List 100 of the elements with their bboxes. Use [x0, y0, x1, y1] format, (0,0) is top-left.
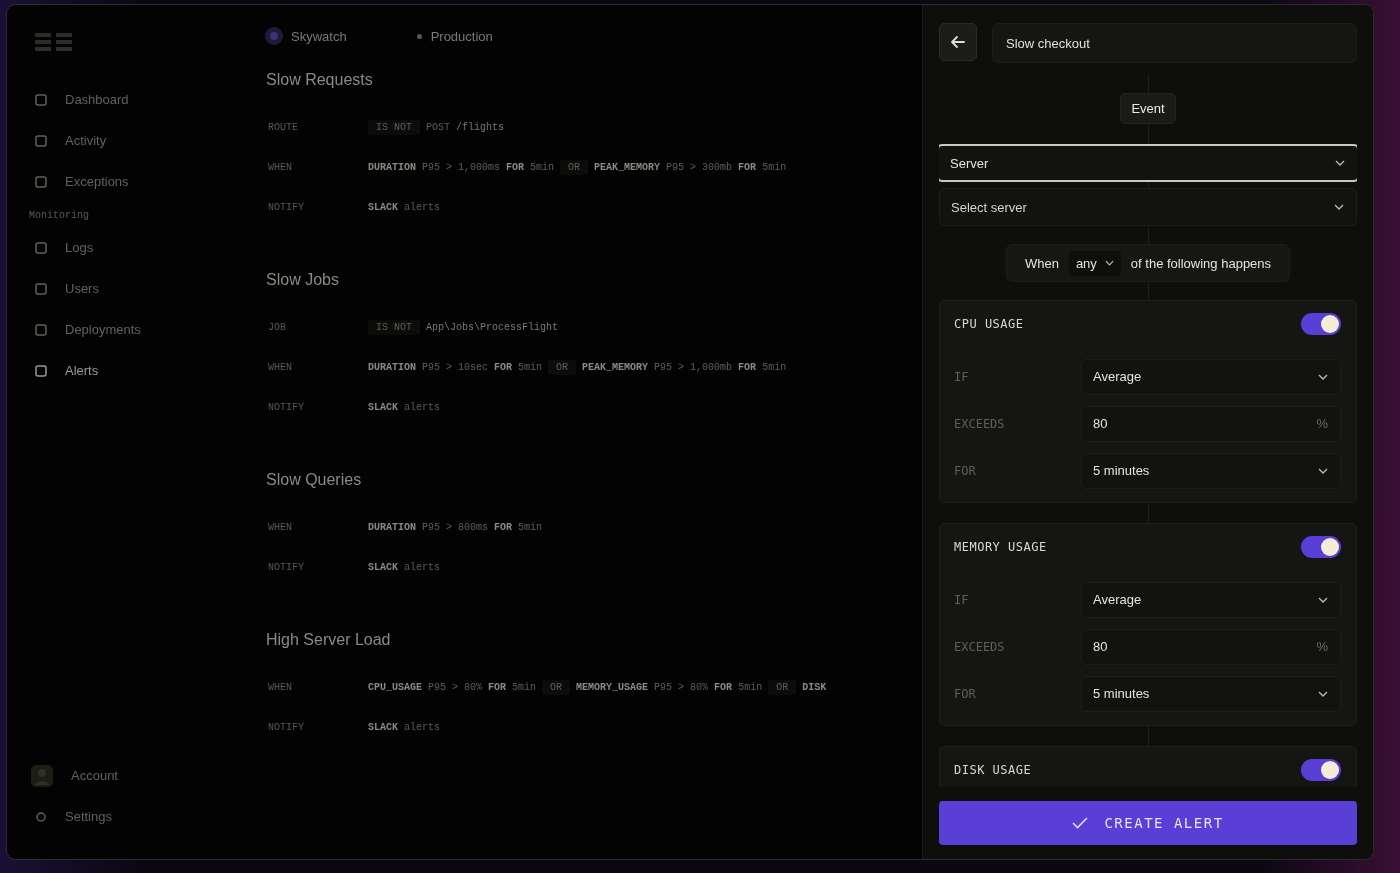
field-label: FOR [954, 463, 977, 478]
condition-label: JOB [267, 321, 287, 333]
condition-value: P95 > 1,000mb [654, 361, 733, 373]
metric-keyword: FOR [738, 361, 757, 373]
condition-label: NOTIFY [267, 561, 305, 573]
alert-name-field[interactable]: Slow checkout [992, 23, 1357, 63]
section-heading: Monitoring [29, 210, 90, 221]
nav-icon [35, 364, 47, 377]
condition-value: P95 > 10sec [422, 361, 489, 373]
logo-icon [35, 31, 73, 53]
project-logo-icon [265, 27, 283, 45]
source-select[interactable]: Server [939, 144, 1357, 182]
operator-tag: OR [768, 679, 797, 695]
operator-tag: IS NOT [368, 319, 420, 335]
condition-value: 5min [762, 361, 787, 373]
operator-tag: IS NOT [368, 119, 420, 135]
condition-label: NOTIFY [267, 201, 305, 213]
metric-keyword: FOR [506, 161, 525, 173]
threshold-field[interactable]: 80 % [1081, 628, 1341, 665]
condition-label: WHEN [267, 521, 293, 533]
condition-value: P95 > 80% [428, 681, 483, 693]
create-alert-button[interactable]: CREATE ALERT [939, 801, 1357, 845]
environment-switcher[interactable]: Production [416, 28, 493, 44]
metric-keyword: MEMORY_USAGE [576, 681, 649, 693]
metric-keyword: DURATION [368, 521, 416, 533]
avatar-icon [31, 764, 53, 787]
metric-title: DISK USAGE [954, 763, 1032, 777]
metric-keyword: DURATION [368, 161, 416, 173]
metric-keyword: DURATION [368, 361, 416, 373]
condition-label: ROUTE [267, 121, 299, 133]
condition-value: P95 > 800ms [422, 521, 489, 533]
condition-value: alerts [404, 561, 441, 573]
value-select[interactable]: Average [1081, 358, 1341, 395]
match-prefix: When [1024, 255, 1059, 271]
match-mode-select[interactable]: any [1068, 250, 1121, 276]
condition-label: WHEN [267, 361, 293, 373]
field-label: IF [954, 369, 970, 384]
condition-value: 5min [530, 161, 555, 173]
value-select[interactable]: 5 minutes [1081, 675, 1341, 712]
chevron-down-icon [1318, 467, 1328, 474]
condition-value: alerts [404, 721, 441, 733]
condition-value: 5min [518, 361, 543, 373]
nav-icon [35, 134, 47, 147]
metric-keyword: FOR [488, 681, 507, 693]
metric-keyword: SLACK [368, 561, 398, 573]
condition-label: NOTIFY [267, 401, 305, 413]
metric-keyword: FOR [714, 681, 733, 693]
condition-value: POST [426, 121, 451, 133]
condition-label: WHEN [267, 681, 293, 693]
metric-keyword: SLACK [368, 201, 398, 213]
threshold-field[interactable]: 80 % [1081, 405, 1341, 442]
target-path: /flights [456, 121, 505, 133]
field-label: FOR [954, 686, 977, 701]
chevron-down-icon [1318, 596, 1328, 603]
server-select[interactable]: Select server [939, 188, 1357, 226]
metric-title: MEMORY USAGE [954, 540, 1047, 554]
metric-keyword: FOR [738, 161, 757, 173]
chevron-down-icon [1318, 373, 1328, 380]
back-button[interactable] [939, 23, 977, 61]
condition-value: 5min [512, 681, 537, 693]
chevron-down-icon [1334, 204, 1344, 210]
metric-keyword: CPU_USAGE [368, 681, 422, 693]
nav-icon [35, 175, 47, 188]
rule-title: Slow Queries [266, 471, 363, 489]
rule-title: High Server Load [266, 631, 392, 649]
condition-value: 5min [738, 681, 763, 693]
value-select[interactable]: 5 minutes [1081, 452, 1341, 489]
nav-icon [35, 241, 47, 254]
nav-icon [35, 93, 47, 106]
condition-label: NOTIFY [267, 721, 305, 733]
rule-title: Slow Jobs [266, 271, 340, 289]
metric-keyword: SLACK [368, 401, 398, 413]
condition-value: alerts [404, 201, 441, 213]
chevron-down-icon [1104, 260, 1114, 266]
rule-title: Slow Requests [266, 71, 374, 89]
operator-tag: OR [542, 679, 571, 695]
value-select[interactable]: Average [1081, 581, 1341, 618]
nav-icon [35, 323, 47, 336]
operator-tag: OR [560, 159, 589, 175]
condition-value: 5min [518, 521, 543, 533]
field-label: EXCEEDS [954, 639, 1006, 654]
condition-value: alerts [404, 401, 441, 413]
metric-keyword: SLACK [368, 721, 398, 733]
metric-title: CPU USAGE [954, 317, 1024, 331]
metric-keyword: FOR [494, 361, 513, 373]
project-switcher[interactable]: Skywatch [265, 27, 347, 45]
condition-value: P95 > 80% [654, 681, 709, 693]
toggle-switch[interactable] [1301, 759, 1341, 781]
arrow-left-icon [949, 33, 967, 51]
match-suffix: of the following happens [1130, 255, 1272, 271]
chevron-down-icon [1335, 160, 1345, 166]
toggle-switch[interactable] [1301, 536, 1341, 558]
metric-keyword: PEAK_MEMORY [594, 161, 661, 173]
operator-tag: OR [548, 359, 577, 375]
condition-value: P95 > 300mb [666, 161, 733, 173]
metric-keyword: DISK [802, 681, 827, 693]
condition-value: P95 > 1,000ms [422, 161, 501, 173]
condition-value: 5min [762, 161, 787, 173]
toggle-switch[interactable] [1301, 313, 1341, 335]
sidebar-item[interactable]: Alerts [29, 350, 247, 391]
